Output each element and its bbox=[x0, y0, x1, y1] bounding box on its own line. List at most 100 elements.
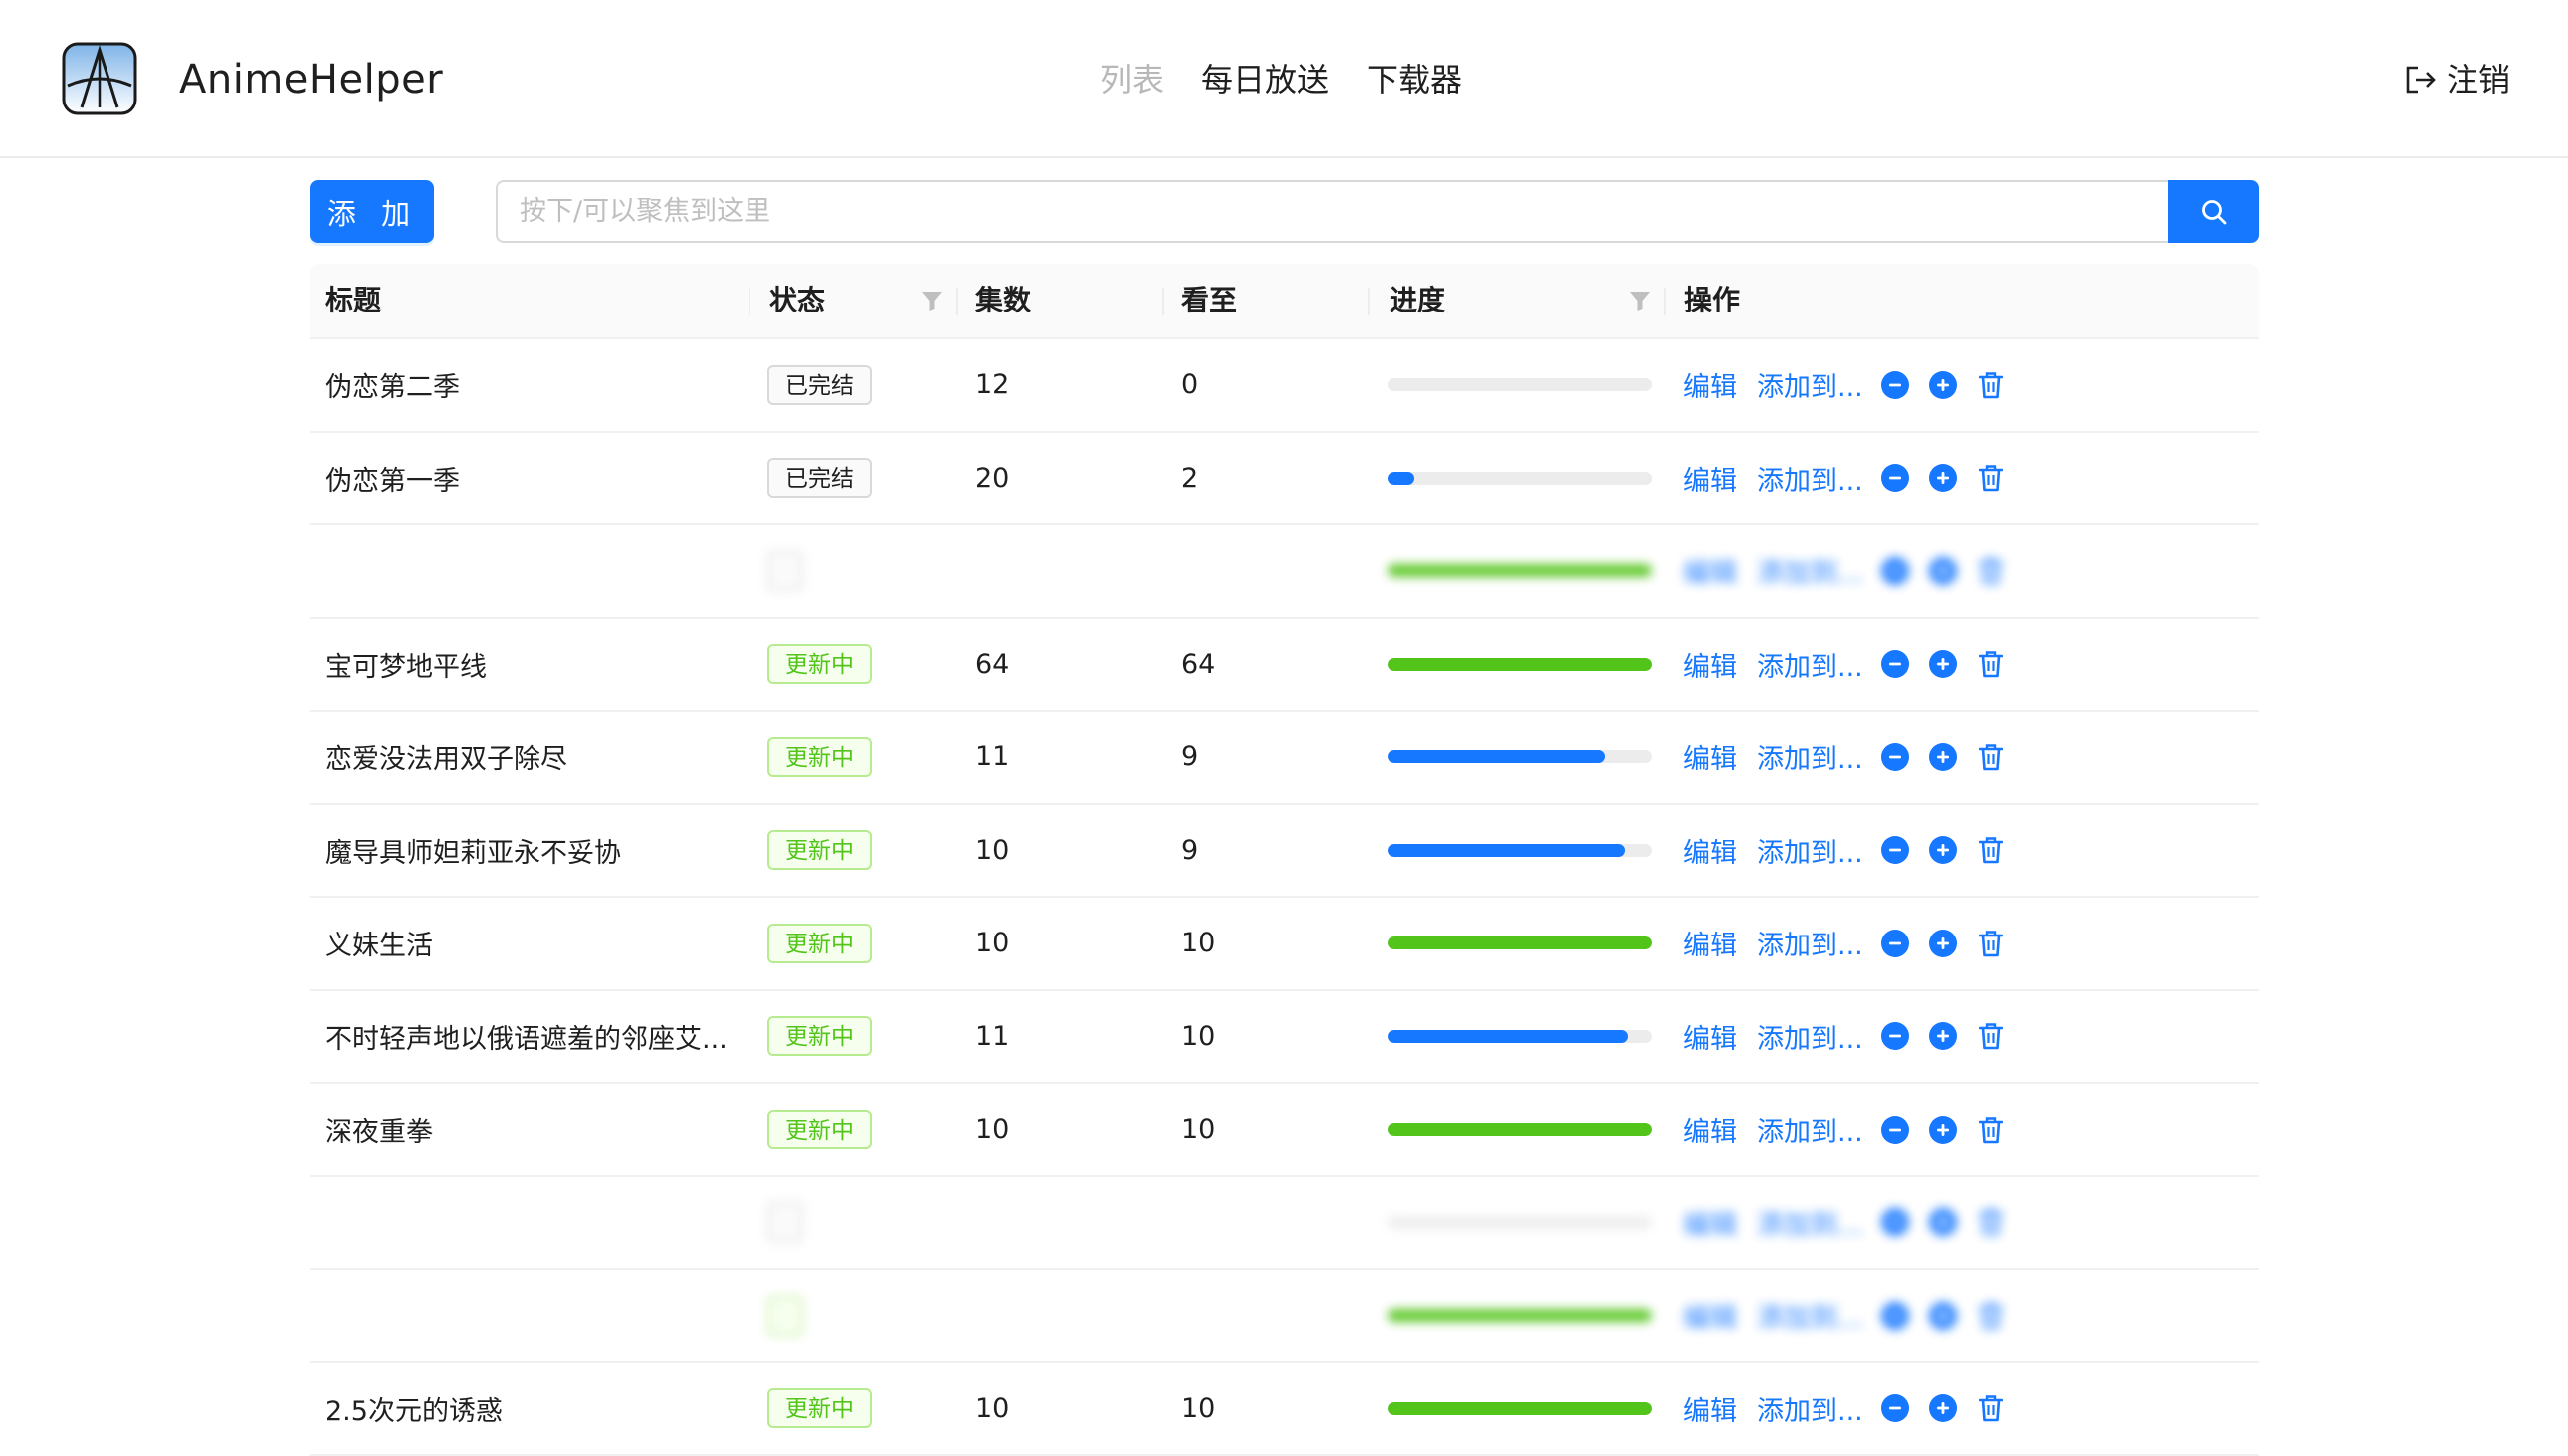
minus-circle-icon[interactable] bbox=[1881, 557, 1909, 585]
edit-link[interactable]: 编辑 bbox=[1683, 1110, 1737, 1148]
anime-title bbox=[325, 1177, 744, 1269]
progress-cell bbox=[1388, 805, 1652, 897]
col-episodes[interactable]: 集数 bbox=[975, 264, 1031, 337]
table-row: 2.5次元的诱惑更新中1010编辑添加到... bbox=[310, 1363, 2259, 1456]
add-to-link[interactable]: 添加到... bbox=[1757, 1389, 1863, 1428]
minus-circle-icon[interactable] bbox=[1881, 1208, 1909, 1236]
plus-circle-icon[interactable] bbox=[1929, 650, 1957, 678]
minus-circle-icon[interactable] bbox=[1881, 650, 1909, 678]
edit-link[interactable]: 编辑 bbox=[1683, 551, 1737, 590]
add-to-link[interactable]: 添加到... bbox=[1757, 924, 1863, 962]
plus-circle-icon[interactable] bbox=[1929, 464, 1957, 492]
edit-link[interactable]: 编辑 bbox=[1683, 737, 1737, 776]
status-badge: 更新中 bbox=[767, 830, 872, 870]
delete-trash-icon[interactable] bbox=[1977, 1115, 2005, 1144]
progress-bar bbox=[1388, 1402, 1652, 1415]
table-row: 编辑添加到... bbox=[310, 1270, 2259, 1363]
col-progress[interactable]: 进度 bbox=[1390, 264, 1445, 337]
plus-circle-icon[interactable] bbox=[1929, 1208, 1957, 1236]
add-to-link[interactable]: 添加到... bbox=[1757, 737, 1863, 776]
minus-circle-icon[interactable] bbox=[1881, 1022, 1909, 1050]
edit-link[interactable]: 编辑 bbox=[1683, 645, 1737, 684]
progress-cell bbox=[1388, 1363, 1652, 1455]
logout-button[interactable]: 注销 bbox=[2405, 50, 2510, 109]
column-divider bbox=[749, 288, 750, 315]
delete-trash-icon[interactable] bbox=[1977, 649, 2005, 679]
plus-circle-icon[interactable] bbox=[1929, 557, 1957, 585]
status-cell: 更新中 bbox=[767, 712, 872, 803]
delete-trash-icon[interactable] bbox=[1977, 463, 2005, 493]
status-badge: 更新中 bbox=[767, 644, 872, 684]
status-badge: 更新中 bbox=[767, 1388, 872, 1428]
edit-link[interactable]: 编辑 bbox=[1683, 1017, 1737, 1056]
col-title[interactable]: 标题 bbox=[325, 264, 381, 337]
plus-circle-icon[interactable] bbox=[1929, 1302, 1957, 1330]
minus-circle-icon[interactable] bbox=[1881, 743, 1909, 771]
search-button[interactable] bbox=[2168, 180, 2259, 243]
col-watched[interactable]: 看至 bbox=[1181, 264, 1237, 337]
edit-link[interactable]: 编辑 bbox=[1683, 1389, 1737, 1428]
edit-link[interactable]: 编辑 bbox=[1683, 1203, 1737, 1242]
minus-circle-icon[interactable] bbox=[1881, 1116, 1909, 1144]
progress-filter-icon[interactable] bbox=[1629, 290, 1651, 312]
progress-fill bbox=[1388, 1123, 1652, 1136]
plus-circle-icon[interactable] bbox=[1929, 1022, 1957, 1050]
add-to-link[interactable]: 添加到... bbox=[1757, 645, 1863, 684]
status-cell: 更新中 bbox=[767, 1363, 872, 1455]
plus-circle-icon[interactable] bbox=[1929, 371, 1957, 399]
add-button[interactable]: 添 加 bbox=[310, 180, 434, 243]
delete-trash-icon[interactable] bbox=[1977, 1393, 2005, 1423]
add-to-link[interactable]: 添加到... bbox=[1757, 1110, 1863, 1148]
nav-downloader[interactable]: 下载器 bbox=[1367, 50, 1462, 109]
plus-circle-icon[interactable] bbox=[1929, 930, 1957, 957]
minus-circle-icon[interactable] bbox=[1881, 1394, 1909, 1422]
watched-count: 10 bbox=[1181, 1084, 1215, 1175]
edit-link[interactable]: 编辑 bbox=[1683, 1296, 1737, 1335]
delete-trash-icon[interactable] bbox=[1977, 1207, 2005, 1237]
delete-trash-icon[interactable] bbox=[1977, 556, 2005, 586]
delete-trash-icon[interactable] bbox=[1977, 742, 2005, 772]
minus-circle-icon[interactable] bbox=[1881, 836, 1909, 864]
minus-circle-icon[interactable] bbox=[1881, 464, 1909, 492]
edit-link[interactable]: 编辑 bbox=[1683, 924, 1737, 962]
plus-circle-icon[interactable] bbox=[1929, 743, 1957, 771]
add-to-link[interactable]: 添加到... bbox=[1757, 365, 1863, 404]
search-input[interactable] bbox=[496, 180, 2168, 243]
episode-count: 20 bbox=[975, 433, 1009, 524]
table-row: 伪恋第一季已完结202编辑添加到... bbox=[310, 433, 2259, 526]
status-cell bbox=[767, 1177, 803, 1269]
status-cell: 更新中 bbox=[767, 1084, 872, 1175]
plus-circle-icon[interactable] bbox=[1929, 1394, 1957, 1422]
delete-trash-icon[interactable] bbox=[1977, 1021, 2005, 1051]
add-to-link[interactable]: 添加到... bbox=[1757, 1296, 1863, 1335]
plus-circle-icon[interactable] bbox=[1929, 836, 1957, 864]
progress-fill bbox=[1388, 1030, 1628, 1043]
app-logo-icon bbox=[62, 42, 137, 115]
edit-link[interactable]: 编辑 bbox=[1683, 831, 1737, 870]
delete-trash-icon[interactable] bbox=[1977, 370, 2005, 400]
nav-daily-schedule[interactable]: 每日放送 bbox=[1201, 50, 1329, 109]
add-to-link[interactable]: 添加到... bbox=[1757, 459, 1863, 498]
status-badge: 更新中 bbox=[767, 1016, 872, 1056]
add-to-link[interactable]: 添加到... bbox=[1757, 831, 1863, 870]
delete-trash-icon[interactable] bbox=[1977, 929, 2005, 958]
progress-cell bbox=[1388, 339, 1652, 431]
anime-title: 2.5次元的诱惑 bbox=[325, 1363, 744, 1455]
progress-fill bbox=[1388, 658, 1652, 671]
minus-circle-icon[interactable] bbox=[1881, 1302, 1909, 1330]
add-to-link[interactable]: 添加到... bbox=[1757, 1203, 1863, 1242]
episode-count: 11 bbox=[975, 991, 1009, 1083]
app-title: AnimeHelper bbox=[179, 50, 443, 109]
minus-circle-icon[interactable] bbox=[1881, 371, 1909, 399]
edit-link[interactable]: 编辑 bbox=[1683, 365, 1737, 404]
plus-circle-icon[interactable] bbox=[1929, 1116, 1957, 1144]
add-to-link[interactable]: 添加到... bbox=[1757, 551, 1863, 590]
delete-trash-icon[interactable] bbox=[1977, 1301, 2005, 1331]
add-to-link[interactable]: 添加到... bbox=[1757, 1017, 1863, 1056]
nav-list[interactable]: 列表 bbox=[1100, 50, 1164, 109]
minus-circle-icon[interactable] bbox=[1881, 930, 1909, 957]
col-status[interactable]: 状态 bbox=[769, 264, 825, 337]
delete-trash-icon[interactable] bbox=[1977, 835, 2005, 865]
status-filter-icon[interactable] bbox=[921, 290, 943, 312]
edit-link[interactable]: 编辑 bbox=[1683, 459, 1737, 498]
